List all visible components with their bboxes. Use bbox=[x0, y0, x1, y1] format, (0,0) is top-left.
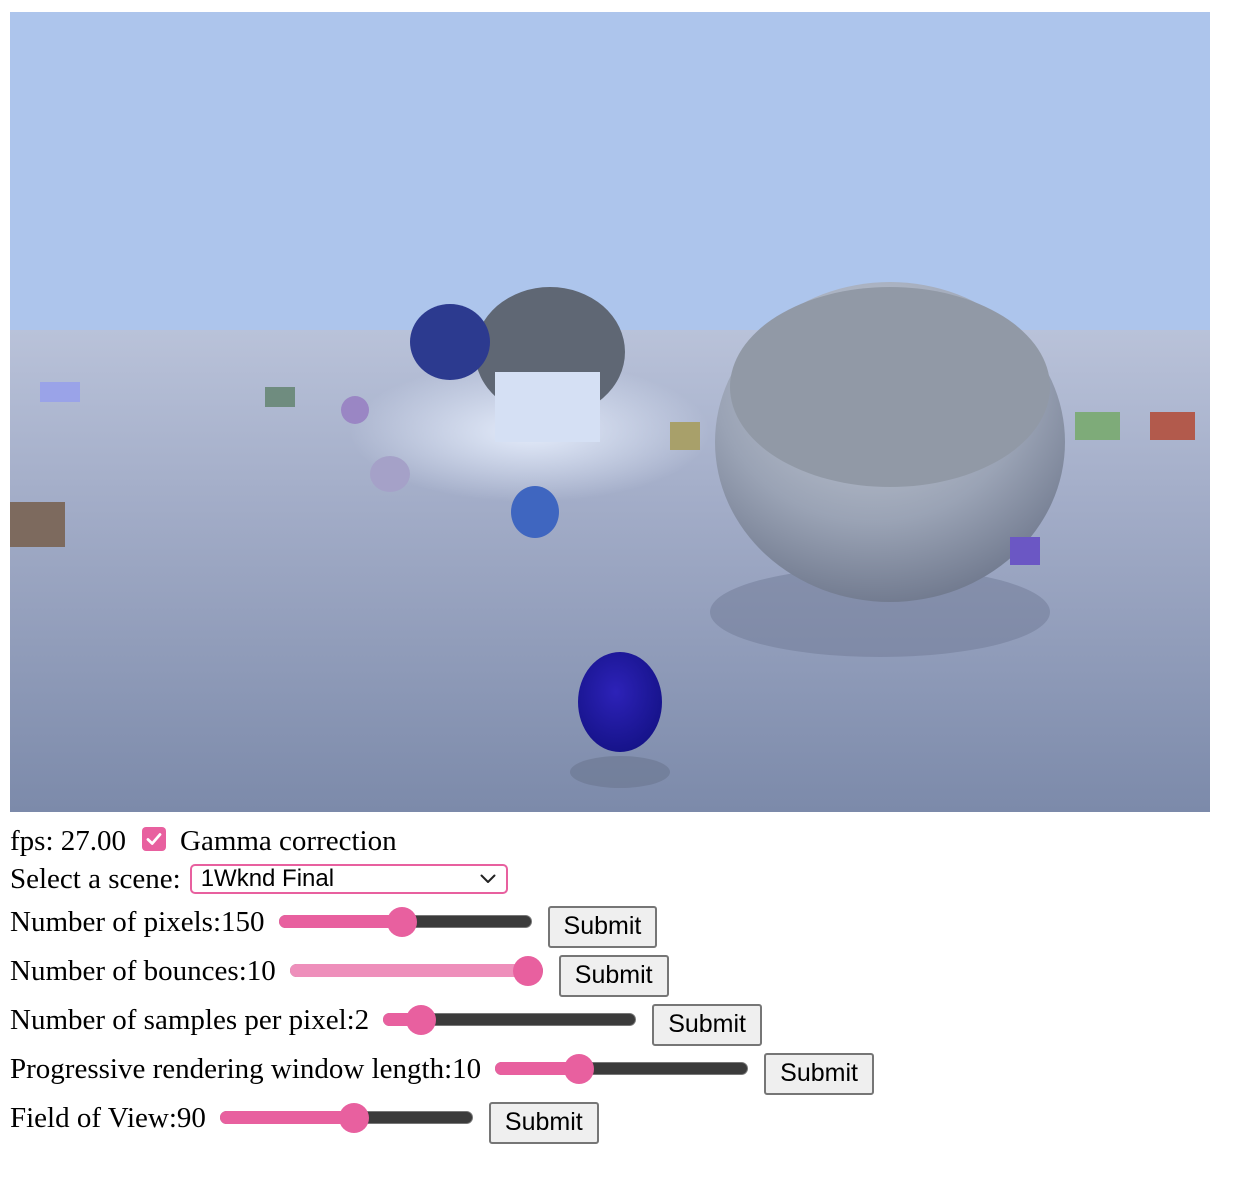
pixels-row: Number of pixels:150 Submit bbox=[10, 898, 1234, 948]
window-row: Progressive rendering window length:10 Su… bbox=[10, 1045, 1234, 1095]
slider-thumb[interactable] bbox=[387, 906, 418, 937]
slider-fill bbox=[219, 1110, 354, 1124]
raytraced-scene-image bbox=[10, 12, 1210, 812]
samples-label: Number of samples per pixel:2 bbox=[10, 1004, 370, 1036]
pixels-slider[interactable] bbox=[277, 906, 534, 938]
fov-slider[interactable] bbox=[218, 1102, 475, 1134]
scene-select[interactable]: 1Wknd Final bbox=[189, 864, 508, 894]
scene-select-label: Select a scene: bbox=[10, 862, 181, 895]
slider-thumb[interactable] bbox=[563, 1053, 594, 1084]
pixels-label: Number of pixels:150 bbox=[10, 906, 265, 938]
samples-row: Number of samples per pixel:2 Submit bbox=[10, 996, 1234, 1046]
fps-row: fps: 27.00 Gamma correction bbox=[10, 822, 1234, 860]
control-panel: fps: 27.00 Gamma correction Select a sce… bbox=[10, 822, 1234, 1144]
gamma-correction-label[interactable]: Gamma correction bbox=[180, 826, 397, 856]
fov-row: Field of View:90 Submit bbox=[10, 1094, 1234, 1144]
chevron-down-icon bbox=[480, 874, 496, 883]
bounces-label: Number of bounces:10 bbox=[10, 955, 276, 987]
window-slider[interactable] bbox=[493, 1053, 750, 1085]
slider-thumb[interactable] bbox=[406, 1004, 437, 1035]
fov-submit-button[interactable]: Submit bbox=[488, 1101, 599, 1144]
slider-thumb[interactable] bbox=[512, 955, 543, 986]
bounces-submit-button[interactable]: Submit bbox=[558, 954, 669, 997]
slider-fill bbox=[289, 963, 528, 977]
fov-label: Field of View:90 bbox=[10, 1102, 206, 1134]
scene-row: Select a scene: 1Wknd Final bbox=[10, 860, 1234, 898]
bounces-slider[interactable] bbox=[288, 955, 545, 987]
pixels-submit-button[interactable]: Submit bbox=[547, 905, 658, 948]
checkmark-icon bbox=[146, 833, 162, 845]
window-label: Progressive rendering window length:10 bbox=[10, 1053, 482, 1085]
gamma-correction-checkbox[interactable] bbox=[142, 827, 166, 851]
fps-readout: fps: 27.00 bbox=[10, 824, 126, 857]
samples-slider[interactable] bbox=[381, 1004, 638, 1036]
scene-select-value: 1Wknd Final bbox=[200, 865, 335, 892]
render-canvas[interactable] bbox=[10, 12, 1210, 812]
window-submit-button[interactable]: Submit bbox=[764, 1052, 874, 1095]
samples-submit-button[interactable]: Submit bbox=[652, 1003, 762, 1046]
bounces-row: Number of bounces:10 Submit bbox=[10, 947, 1234, 997]
slider-fill bbox=[278, 914, 403, 928]
slider-thumb[interactable] bbox=[338, 1102, 369, 1133]
